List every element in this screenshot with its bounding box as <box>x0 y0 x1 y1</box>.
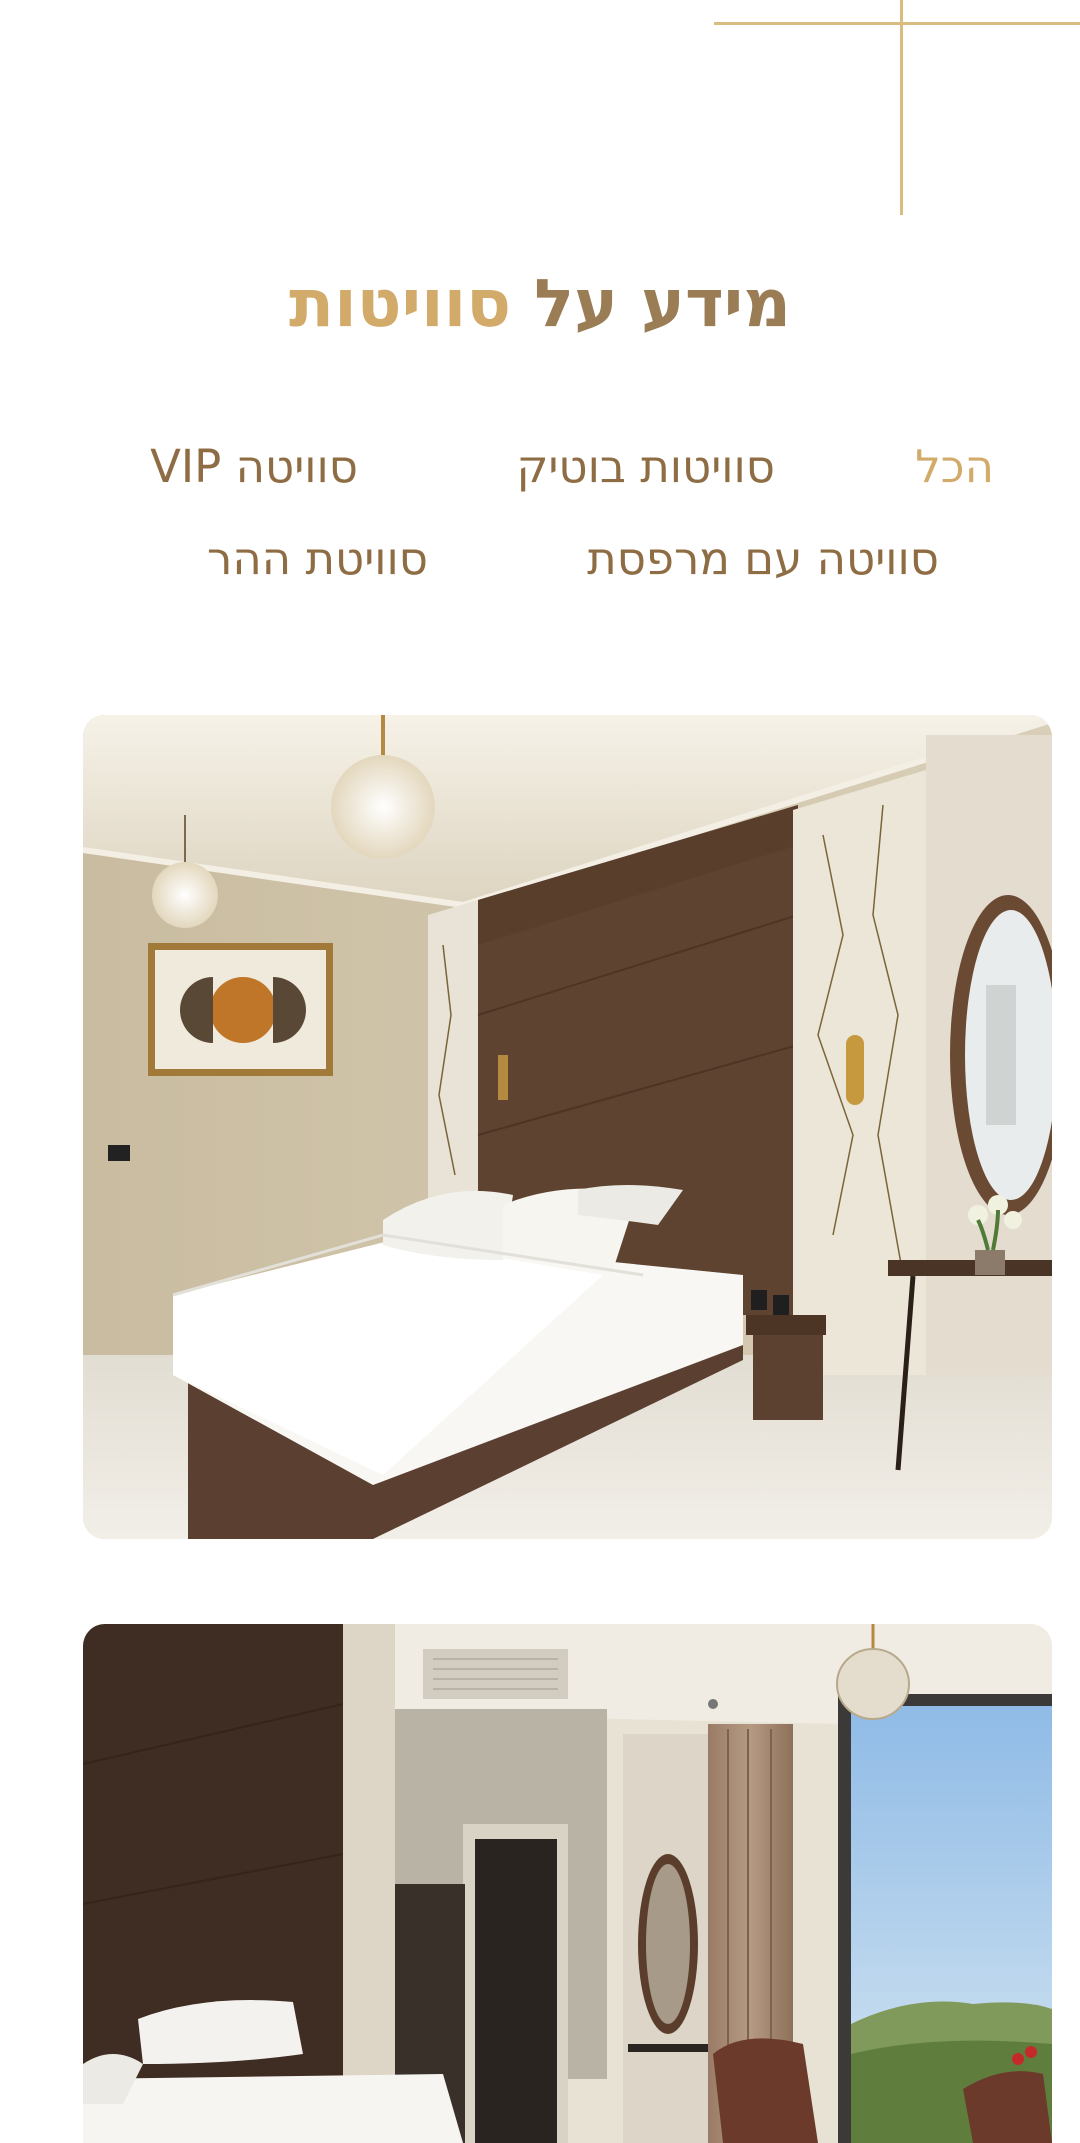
filter-tab-balcony[interactable]: סוויטה עם מרפסת <box>587 530 939 588</box>
decorative-horizontal-line <box>714 22 1080 25</box>
section-title: מידע על סוויטות <box>0 262 1080 346</box>
filter-tab-mountain[interactable]: סוויטת ההר <box>207 530 428 588</box>
suite-card[interactable] <box>83 715 1052 1539</box>
filter-tab-all[interactable]: הכל <box>915 438 994 496</box>
suite-bedroom-photo <box>83 715 1052 1539</box>
section-title-accent: סוויטות <box>289 265 512 342</box>
decorative-vertical-line <box>900 0 903 215</box>
suite-mountain-view-photo <box>83 1624 1052 2143</box>
filter-tab-vip[interactable]: סוויטה VIP <box>150 438 358 496</box>
suite-card[interactable] <box>83 1624 1052 2143</box>
section-title-main: מידע על <box>534 265 791 342</box>
filter-tab-boutique[interactable]: סוויטות בוטיק <box>516 438 775 496</box>
